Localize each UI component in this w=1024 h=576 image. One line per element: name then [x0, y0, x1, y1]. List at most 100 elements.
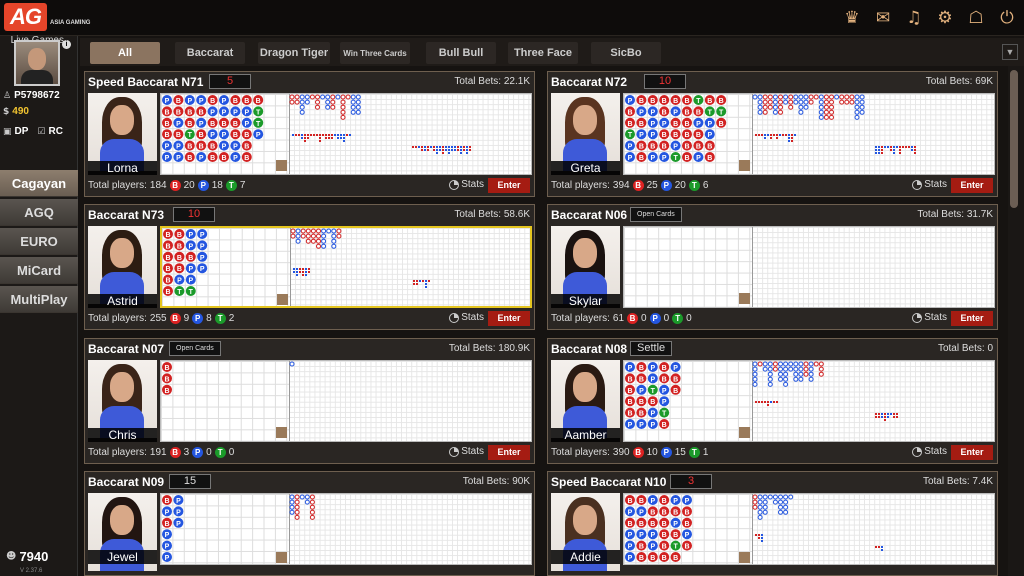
- bead-p: P: [162, 552, 172, 562]
- big-road-mark: [803, 366, 809, 372]
- tab-win-three-cards[interactable]: Win Three Cards: [340, 42, 410, 64]
- big-road-mark: [778, 104, 783, 110]
- roadmap[interactable]: [623, 226, 995, 308]
- stats-button[interactable]: Stats: [912, 312, 947, 323]
- derived-road-mark: [881, 549, 883, 551]
- avatar[interactable]: [14, 40, 60, 86]
- vip-icon[interactable]: ♛: [841, 8, 863, 28]
- rc-label[interactable]: RC: [49, 126, 63, 137]
- enter-button[interactable]: Enter: [488, 311, 530, 326]
- big-road-mark: [778, 494, 783, 500]
- ask-road-icon[interactable]: [276, 427, 287, 438]
- svg-text:B: B: [221, 121, 226, 128]
- big-road-mark: [294, 514, 300, 520]
- ask-road-icon[interactable]: [276, 552, 287, 563]
- ask-road-icon[interactable]: [277, 294, 288, 305]
- roadmap[interactable]: PBBBBPBBPBBPPPTBPPBBPPTBPBB: [623, 360, 995, 442]
- game-table-card[interactable]: Baccarat N73 10 Total Bets: 58.6K Astrid B B B…: [84, 204, 535, 330]
- stats-button[interactable]: Stats: [449, 312, 484, 323]
- derived-road-mark: [296, 271, 298, 273]
- info-icon[interactable]: i: [62, 40, 71, 49]
- stats-button[interactable]: Stats: [912, 446, 947, 457]
- roadmap[interactable]: BBBBBBBBBBPTPPBPPTPPPP: [160, 226, 532, 308]
- roadmap[interactable]: PBBTPPBPBPBBBPPPBPBBPBBPBPBBPTBBBBBBTBPB…: [623, 93, 995, 175]
- bead-p: P: [185, 229, 196, 239]
- total-bets-value: 58.6K: [503, 209, 530, 220]
- big-road-mark: [752, 499, 758, 505]
- roadmap[interactable]: BPBPPPBPBPBBPBBPPBBBBBBBPBPBTBPBBPB: [623, 493, 995, 565]
- enter-button[interactable]: Enter: [951, 445, 993, 460]
- stats-button[interactable]: Stats: [449, 179, 484, 190]
- roadmap[interactable]: PBBBPPBBPBPPPBBTBBPBPBBPBPBPBBPPBPPBBPBB…: [160, 93, 532, 175]
- tab-baccarat[interactable]: Baccarat: [175, 42, 245, 64]
- power-icon[interactable]: ⏻: [996, 8, 1018, 28]
- svg-text:P: P: [628, 532, 633, 539]
- derived-road-mark: [878, 149, 880, 151]
- message-icon[interactable]: ☖: [965, 8, 987, 28]
- big-road-mark: [762, 99, 768, 105]
- settings-icon[interactable]: ⚙: [934, 8, 956, 28]
- music-icon[interactable]: ♫: [903, 8, 925, 28]
- tab-sicbo[interactable]: SicBo: [591, 42, 661, 64]
- game-table-card[interactable]: Baccarat N06 Open Cards Total Bets: 31.7K S…: [547, 204, 998, 330]
- enter-button[interactable]: Enter: [488, 178, 530, 193]
- svg-text:B: B: [627, 411, 632, 418]
- bead-b: B: [162, 517, 172, 528]
- game-table-card[interactable]: Baccarat N72 10 Total Bets: 69K Greta P B B T P P…: [547, 71, 998, 197]
- stats-button[interactable]: Stats: [912, 179, 947, 190]
- menu-item-multiplay[interactable]: MultiPlay: [0, 286, 78, 313]
- bead-b: B: [659, 540, 670, 551]
- tab-three-face[interactable]: Three Face: [508, 42, 578, 64]
- roadmap[interactable]: BPBPPPPPP: [160, 493, 532, 565]
- game-table-card[interactable]: Speed Baccarat N71 5 Total Bets: 22.1K Lorn…: [84, 71, 535, 197]
- scrollbar-thumb[interactable]: [1010, 70, 1018, 208]
- menu-item-agq[interactable]: AGQ: [0, 199, 78, 226]
- svg-text:B: B: [164, 132, 169, 139]
- stats-button[interactable]: Stats: [449, 446, 484, 457]
- ask-road-icon[interactable]: [739, 293, 750, 304]
- bead-p: P: [207, 129, 218, 140]
- game-table-card[interactable]: Speed Baccarat N10 3 Total Bets: 7.4K Addie…: [547, 471, 998, 576]
- svg-text:B: B: [244, 132, 249, 139]
- roadmap[interactable]: BBB: [160, 360, 532, 442]
- bead-b: B: [196, 129, 207, 140]
- chevron-down-icon[interactable]: ▼: [1002, 44, 1018, 60]
- enter-button[interactable]: Enter: [951, 311, 993, 326]
- game-table-card[interactable]: Baccarat N09 15 Total Bets: 90K Jewel B P B P P P…: [84, 471, 535, 576]
- menu-item-micard[interactable]: MiCard: [0, 257, 78, 284]
- dp-label[interactable]: DP: [15, 126, 29, 137]
- ask-road-icon[interactable]: [739, 427, 750, 438]
- bead-p: P: [647, 407, 658, 418]
- enter-button[interactable]: Enter: [488, 445, 530, 460]
- dp-icon[interactable]: ▣: [3, 127, 12, 137]
- game-table-card[interactable]: Baccarat N08 Settle Total Bets: 0 Aamber P B B…: [547, 338, 998, 464]
- game-table-card[interactable]: Baccarat N07 Open Cards Total Bets: 180.9K…: [84, 338, 535, 464]
- derived-road-mark: [425, 283, 427, 285]
- total-bets: Total Bets: 90K: [463, 476, 530, 487]
- bead-p: P: [647, 540, 658, 551]
- bead-p: P: [693, 117, 704, 128]
- table-footer: Total players: 191 B 3 P 0 T 0 Stats Enter: [85, 443, 534, 463]
- total-bets: Total Bets: 69K: [926, 76, 993, 87]
- svg-text:B: B: [199, 132, 204, 139]
- ask-road-icon[interactable]: [739, 552, 750, 563]
- chat-icon[interactable]: ✉: [872, 8, 894, 28]
- bead-p: P: [230, 106, 241, 117]
- derived-road-mark: [791, 140, 793, 142]
- menu-item-cagayan[interactable]: Cagayan: [0, 170, 78, 197]
- derived-road-mark: [896, 146, 898, 148]
- ask-road-icon[interactable]: [739, 160, 750, 171]
- big-road-mark: [294, 504, 300, 510]
- tab-bull-bull[interactable]: Bull Bull: [426, 42, 496, 64]
- player-count: 20: [674, 180, 686, 191]
- total-bets-label: Total Bets:: [917, 209, 965, 220]
- rc-icon[interactable]: ☑: [37, 127, 45, 137]
- derived-road-mark: [758, 534, 760, 536]
- bead-p: P: [207, 106, 218, 117]
- tab-dragon-tiger[interactable]: Dragon Tiger: [258, 42, 330, 64]
- tab-all[interactable]: All: [90, 42, 160, 64]
- ask-road-icon[interactable]: [276, 160, 287, 171]
- menu-item-euro[interactable]: EURO: [0, 228, 78, 255]
- enter-button[interactable]: Enter: [951, 178, 993, 193]
- svg-text:B: B: [639, 365, 644, 372]
